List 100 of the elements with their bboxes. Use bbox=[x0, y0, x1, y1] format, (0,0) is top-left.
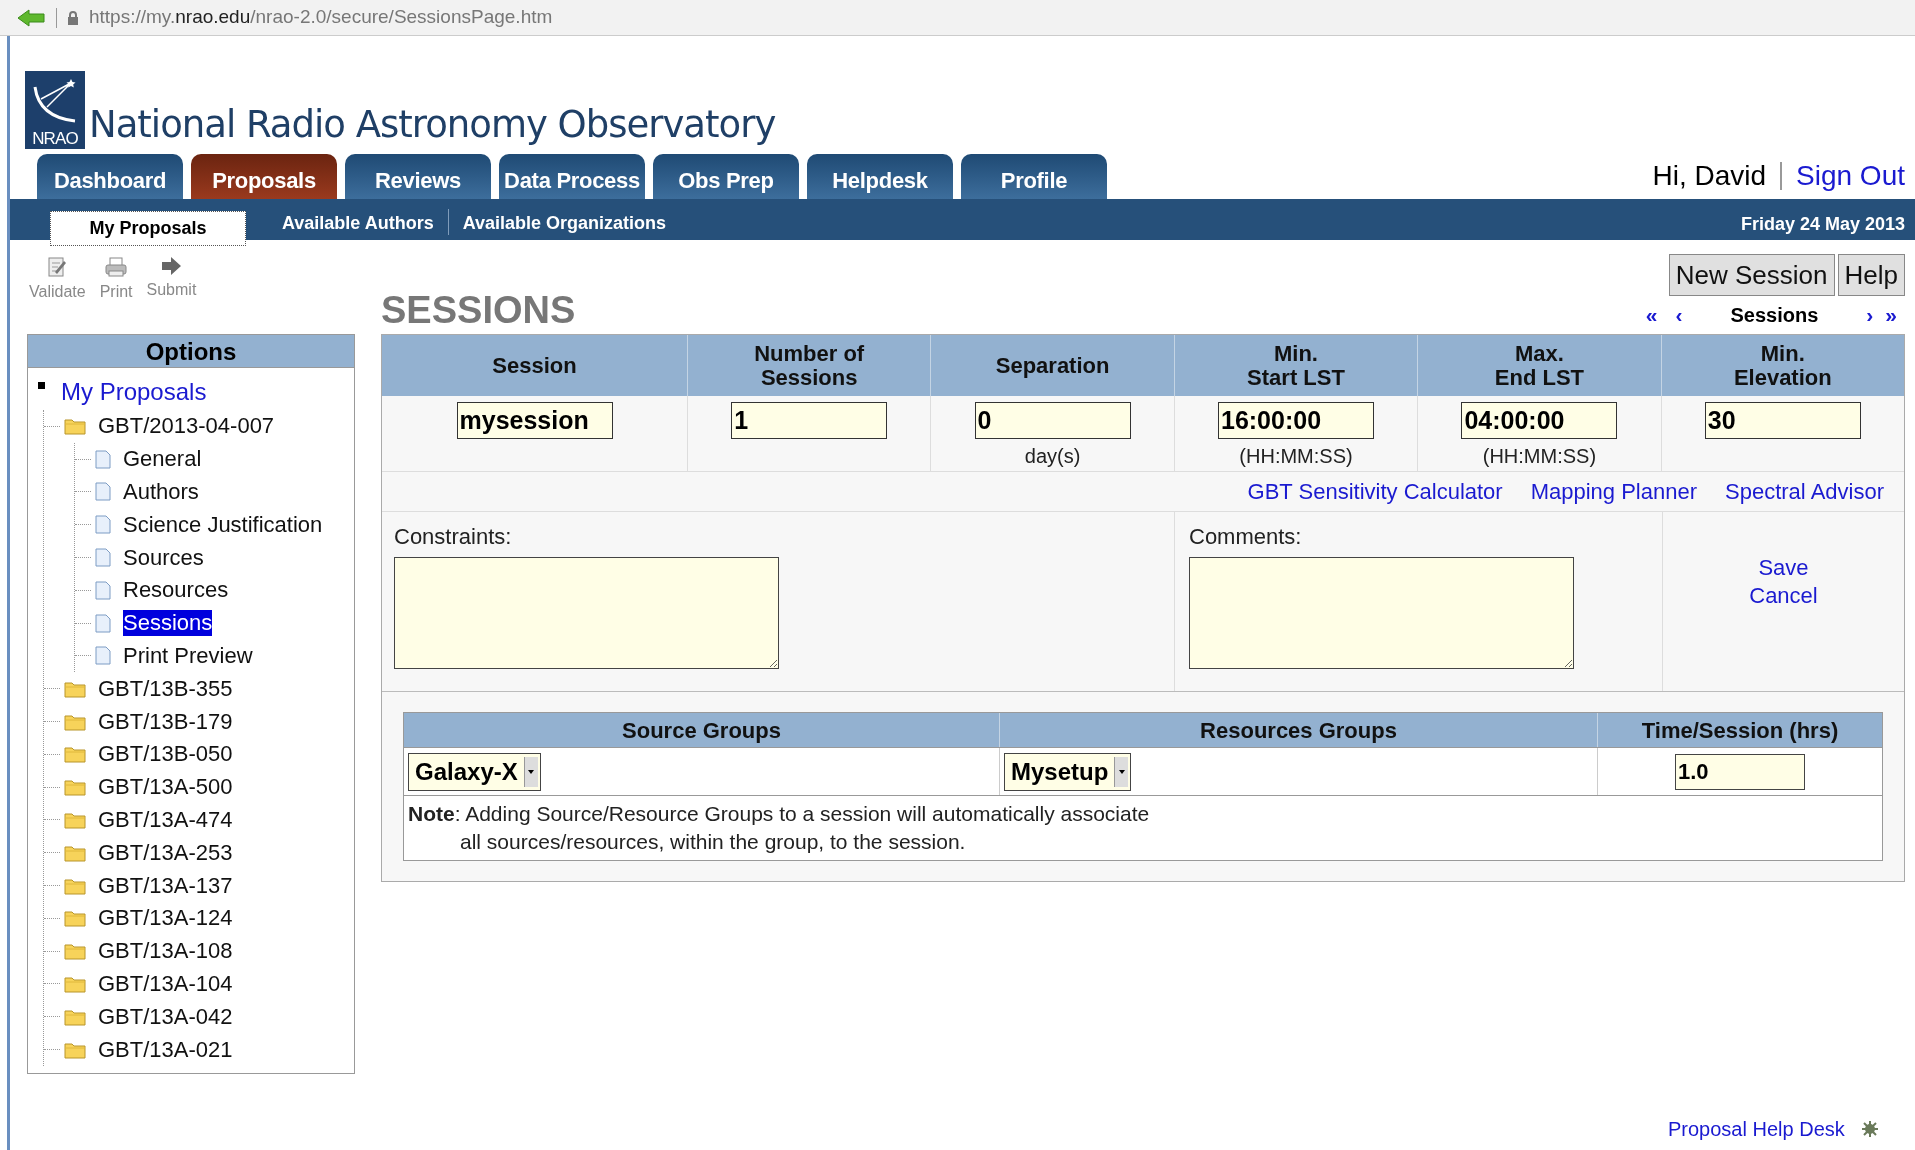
action-link[interactable]: Cancel bbox=[1749, 582, 1818, 610]
column-header: Min. Start LST bbox=[1173, 335, 1418, 396]
tree-item[interactable]: GBT/13A-021 bbox=[98, 1036, 233, 1063]
document-icon bbox=[95, 646, 111, 666]
nav-tab[interactable]: Obs Prep bbox=[653, 154, 799, 199]
field-hint: (HH:MM:SS) bbox=[1239, 444, 1353, 469]
last-page-link[interactable]: » bbox=[1885, 299, 1897, 331]
nav-tab[interactable]: Dashboard bbox=[37, 154, 183, 199]
tree-item[interactable]: GBT/13A-124 bbox=[98, 905, 233, 932]
previous-page-link[interactable]: ‹ bbox=[1675, 299, 1683, 331]
action-link[interactable]: Save bbox=[1758, 554, 1809, 582]
input-field[interactable]: 04:00:00 bbox=[1461, 402, 1618, 439]
tree-item[interactable]: GBT/13B-355 bbox=[98, 675, 233, 702]
action-button[interactable]: New Session bbox=[1668, 254, 1835, 296]
sub-tab[interactable]: Available Organizations bbox=[450, 213, 679, 233]
sub-tab[interactable]: My Proposals bbox=[50, 211, 246, 246]
edit-document-icon bbox=[47, 256, 68, 278]
input-field[interactable]: 0 bbox=[974, 402, 1131, 439]
folder-icon bbox=[64, 712, 86, 731]
antenna-icon bbox=[31, 77, 79, 125]
resource-group-dropdown[interactable]: Mysetup bbox=[1004, 752, 1132, 791]
tool-link[interactable]: GBT Sensitivity Calculator bbox=[1247, 475, 1503, 508]
tree-item[interactable]: Science Justification bbox=[123, 511, 323, 538]
folder-icon bbox=[64, 876, 86, 895]
column-header: Time/Session (hrs) bbox=[1597, 713, 1882, 747]
field-hint: day(s) bbox=[1024, 444, 1081, 469]
folder-icon bbox=[64, 679, 86, 698]
sidebar-header: Options bbox=[28, 335, 354, 368]
url-text[interactable]: https://my.nrao.edu/nrao-2.0/secure/SessionsPage.htm bbox=[89, 3, 553, 32]
site-title: National Radio Astronomy Observatory bbox=[89, 102, 776, 148]
tree-item[interactable]: Print Preview bbox=[123, 642, 253, 669]
folder-icon bbox=[64, 1007, 86, 1026]
source-group-dropdown[interactable]: Galaxy-X bbox=[408, 752, 541, 791]
greeting-text: Hi, David bbox=[1652, 159, 1767, 193]
caret-icon bbox=[1114, 756, 1129, 787]
nav-tab[interactable]: Reviews bbox=[345, 154, 491, 199]
tree-item[interactable]: Sessions bbox=[123, 610, 213, 637]
next-page-link[interactable]: › bbox=[1866, 299, 1874, 331]
folder-icon bbox=[64, 417, 86, 436]
nrao-logo[interactable]: NRAO bbox=[25, 71, 85, 149]
document-icon bbox=[95, 449, 111, 469]
tree-item[interactable]: Sources bbox=[123, 544, 204, 571]
action-button[interactable]: Help bbox=[1837, 254, 1905, 296]
logo-text: NRAO bbox=[32, 129, 78, 149]
field-label: Constraints: bbox=[394, 523, 513, 551]
tree-item[interactable]: GBT/13A-474 bbox=[98, 806, 233, 833]
folder-icon bbox=[64, 843, 86, 862]
column-header: Min. Elevation bbox=[1660, 335, 1904, 396]
nav-tab[interactable]: Helpdesk bbox=[807, 154, 953, 199]
date-text: Friday 24 May 2013 bbox=[1740, 213, 1905, 236]
nav-tab[interactable]: Data Process bbox=[499, 154, 645, 199]
tree-item[interactable]: GBT/2013-04-007 bbox=[98, 413, 275, 440]
tree-item[interactable]: GBT/13A-104 bbox=[98, 970, 233, 997]
input-field[interactable]: 16:00:00 bbox=[1218, 402, 1374, 439]
toolbar-button[interactable]: Submit bbox=[146, 256, 197, 334]
document-icon bbox=[95, 613, 111, 633]
tool-link[interactable]: Spectral Advisor bbox=[1725, 475, 1884, 508]
comments-field[interactable] bbox=[1189, 557, 1574, 669]
tree-item[interactable]: GBT/13A-137 bbox=[98, 872, 233, 899]
document-icon bbox=[95, 482, 111, 502]
help-desk-link[interactable]: Proposal Help Desk bbox=[1668, 1114, 1845, 1144]
tree-item[interactable]: My Proposals bbox=[61, 378, 207, 406]
input-field[interactable]: 30 bbox=[1704, 402, 1861, 439]
folder-icon bbox=[64, 778, 86, 797]
nav-tab[interactable]: Profile bbox=[961, 154, 1107, 199]
tree-item[interactable]: Authors bbox=[123, 479, 199, 505]
back-arrow-icon[interactable] bbox=[16, 7, 46, 28]
note-text: Note: Adding Source/Resource Groups to a session will automatically associate all sources/resources, within the group, to the session. bbox=[404, 795, 1882, 860]
folder-icon bbox=[64, 942, 86, 961]
tree-item[interactable]: General bbox=[123, 446, 202, 473]
folder-icon bbox=[64, 1040, 86, 1059]
sign-out-link[interactable]: Sign Out bbox=[1796, 155, 1905, 197]
input-field[interactable]: mysession bbox=[456, 402, 613, 439]
tree-item[interactable]: GBT/13A-500 bbox=[98, 774, 233, 801]
lock-icon bbox=[67, 10, 79, 25]
tree-item[interactable]: GBT/13B-050 bbox=[98, 741, 233, 768]
toolbar-button[interactable]: Print bbox=[99, 256, 133, 334]
toolbar-button[interactable]: Validate bbox=[29, 256, 86, 334]
constraints-field[interactable] bbox=[394, 557, 779, 669]
tree-item[interactable]: Resources bbox=[123, 577, 229, 604]
tool-link[interactable]: Mapping Planner bbox=[1530, 475, 1698, 508]
tree-item[interactable]: GBT/13B-179 bbox=[98, 708, 233, 735]
page-title: SESSIONS bbox=[381, 290, 576, 333]
right-arrow-icon bbox=[160, 256, 183, 276]
time-input-field[interactable]: 1.0 bbox=[1675, 753, 1805, 790]
column-header: Resources Groups bbox=[999, 713, 1597, 747]
first-page-link[interactable]: « bbox=[1645, 299, 1658, 331]
folder-icon bbox=[64, 909, 86, 928]
column-header: Session bbox=[382, 335, 687, 396]
folder-icon bbox=[64, 974, 86, 993]
tree-item[interactable]: GBT/13A-042 bbox=[98, 1003, 233, 1030]
folder-icon bbox=[64, 745, 86, 764]
tree-item[interactable]: GBT/13A-108 bbox=[98, 938, 233, 965]
document-icon bbox=[95, 515, 111, 535]
sub-tab[interactable]: Available Authors bbox=[270, 213, 446, 233]
caret-icon bbox=[523, 756, 538, 787]
field-label: Comments: bbox=[1189, 523, 1303, 551]
input-field[interactable]: 1 bbox=[731, 402, 888, 439]
tree-item[interactable]: GBT/13A-253 bbox=[98, 839, 233, 866]
nav-tab[interactable]: Proposals bbox=[191, 154, 337, 199]
